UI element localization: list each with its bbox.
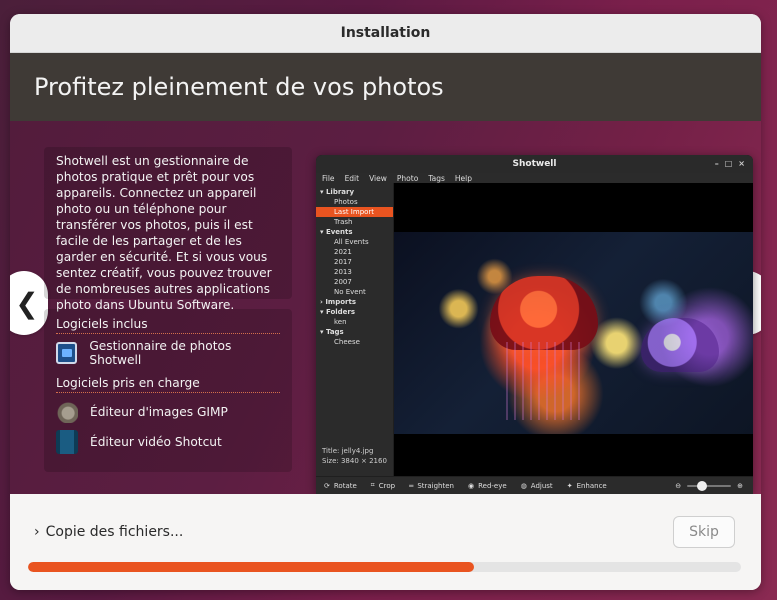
slide-content: ❮ ❯ Shotwell est un gestionnaire de phot… bbox=[10, 121, 761, 494]
menu-tags: Tags bbox=[428, 173, 445, 183]
description-card: Shotwell est un gestionnaire de photos p… bbox=[44, 147, 292, 312]
photo-title-row: Title: jelly4.jpg bbox=[322, 446, 387, 456]
photo-title-value: jelly4.jpg bbox=[341, 447, 374, 455]
straighten-icon: ═ bbox=[409, 481, 414, 490]
red-eye-tool: ◉ Red-eye bbox=[468, 482, 507, 490]
sidebar-item-no-event: No Event bbox=[334, 288, 366, 296]
install-status-text: Copie des fichiers... bbox=[45, 524, 184, 540]
adjust-label: Adjust bbox=[530, 481, 553, 490]
menu-help: Help bbox=[454, 173, 473, 183]
enhance-tool: ✦ Enhance bbox=[567, 482, 607, 490]
zoom-out-icon: ⊖ bbox=[675, 481, 682, 490]
install-status[interactable]: › Copie des fichiers... bbox=[34, 524, 183, 540]
zoom-slider: ⊖ ⊕ bbox=[675, 480, 743, 491]
gimp-icon bbox=[56, 401, 78, 423]
crop-icon: ⌗ bbox=[370, 481, 375, 489]
supported-software-title: Logiciels pris en charge bbox=[56, 374, 280, 393]
chevron-left-icon: ❮ bbox=[15, 286, 39, 320]
shotwell-body: ▾ Library Photos Last Import Trash ▾ Eve… bbox=[316, 183, 753, 476]
shotwell-toolbar: ⟳ Rotate ⌗ Crop ═ Straighten ◉ Red-eye ◍ bbox=[316, 476, 753, 494]
sidebar-group-events: ▾ Events bbox=[320, 228, 353, 236]
menu-view: View bbox=[369, 173, 387, 183]
shotwell-screenshot: Shotwell – □ × File Edit View Photo Tags… bbox=[316, 155, 753, 494]
sidebar-group-library: ▾ Library bbox=[320, 188, 355, 196]
menu-file: File bbox=[322, 173, 335, 183]
menu-edit: Edit bbox=[344, 173, 360, 183]
jellyfish-tentacles bbox=[506, 342, 586, 420]
shotcut-icon bbox=[56, 430, 78, 454]
window-title: Installation bbox=[340, 25, 431, 41]
shotwell-window-controls: – □ × bbox=[715, 159, 745, 168]
sidebar-item-all-events: All Events bbox=[334, 238, 369, 246]
supported-software-item: Éditeur vidéo Shotcut bbox=[56, 430, 280, 454]
adjust-tool: ◍ Adjust bbox=[521, 482, 553, 490]
sidebar-item-tag: Cheese bbox=[334, 338, 360, 346]
sidebar-group-tags: ▾ Tags bbox=[320, 328, 344, 336]
supported-software-item: Éditeur d'images GIMP bbox=[56, 401, 280, 423]
shotwell-sidebar: ▾ Library Photos Last Import Trash ▾ Eve… bbox=[316, 183, 394, 476]
included-software-title: Logiciels inclus bbox=[56, 315, 280, 334]
installer-footer: › Copie des fichiers... Skip bbox=[10, 494, 761, 590]
minimize-icon: – bbox=[714, 159, 719, 168]
skip-button-label: Skip bbox=[689, 524, 719, 540]
menu-photo: Photo bbox=[396, 173, 419, 183]
adjust-icon: ◍ bbox=[520, 481, 527, 490]
sidebar-item-year: 2013 bbox=[334, 268, 352, 276]
sidebar-item-year: 2021 bbox=[334, 248, 352, 256]
sidebar-item-last-import: Last Import bbox=[316, 207, 393, 217]
zoom-slider-track bbox=[687, 480, 732, 491]
photo-size-row: Size: 3840 × 2160 bbox=[322, 456, 387, 466]
slide-description: Shotwell est un gestionnaire de photos p… bbox=[56, 154, 272, 312]
sidebar-item-folder: ken bbox=[334, 318, 347, 326]
included-software-label: Gestionnaire de photos Shotwell bbox=[89, 339, 232, 367]
slide-header: Profitez pleinement de vos photos bbox=[10, 53, 761, 121]
skip-button[interactable]: Skip bbox=[673, 516, 735, 548]
install-progress-fill bbox=[28, 562, 474, 572]
close-icon: × bbox=[738, 159, 745, 168]
shotwell-icon bbox=[56, 342, 78, 364]
installation-window: Installation Profitez pleinement de vos … bbox=[10, 14, 761, 590]
sidebar-item-trash: Trash bbox=[334, 218, 353, 226]
install-progress-bar bbox=[28, 562, 741, 572]
shotwell-title: Shotwell bbox=[512, 159, 557, 169]
eye-icon: ◉ bbox=[467, 481, 475, 490]
jellyfish-shape bbox=[490, 276, 598, 350]
zoom-in-icon: ⊕ bbox=[737, 481, 743, 490]
red-eye-label: Red-eye bbox=[478, 481, 507, 490]
supported-software-label: Éditeur d'images GIMP bbox=[90, 405, 228, 419]
supported-software-label: Éditeur vidéo Shotcut bbox=[90, 435, 222, 449]
photo-size-label: Size: bbox=[322, 457, 339, 465]
rotate-icon: ⟳ bbox=[324, 481, 330, 490]
window-titlebar: Installation bbox=[10, 14, 761, 53]
crop-label: Crop bbox=[378, 481, 396, 490]
previous-slide-button[interactable]: ❮ bbox=[10, 271, 48, 335]
chevron-right-icon: › bbox=[34, 524, 40, 540]
photo-size-value: 3840 × 2160 bbox=[340, 457, 387, 465]
shotwell-menubar: File Edit View Photo Tags Help bbox=[316, 173, 753, 183]
sidebar-group-folders: ▾ Folders bbox=[320, 308, 356, 316]
sidebar-item-year: 2007 bbox=[334, 278, 352, 286]
slide-heading: Profitez pleinement de vos photos bbox=[34, 73, 444, 101]
rotate-label: Rotate bbox=[333, 481, 357, 490]
sidebar-item-photos: Photos bbox=[334, 198, 358, 206]
wand-icon: ✦ bbox=[566, 481, 573, 490]
enhance-label: Enhance bbox=[576, 481, 607, 490]
straighten-label: Straighten bbox=[417, 481, 454, 490]
software-card: Logiciels inclus Gestionnaire de photos … bbox=[44, 309, 292, 472]
maximize-icon: □ bbox=[724, 159, 733, 168]
sidebar-item-year: 2017 bbox=[334, 258, 352, 266]
jellyfish-photo bbox=[394, 232, 753, 434]
zoom-slider-knob bbox=[697, 480, 708, 491]
shotwell-titlebar: Shotwell – □ × bbox=[316, 155, 753, 173]
straighten-tool: ═ Straighten bbox=[409, 482, 454, 490]
photo-title-label: Title: bbox=[322, 447, 340, 455]
sidebar-group-imports: › Imports bbox=[320, 298, 357, 306]
shotwell-viewer bbox=[394, 183, 753, 476]
rotate-tool: ⟳ Rotate bbox=[324, 482, 357, 490]
jellyfish-shape-secondary bbox=[641, 318, 719, 372]
included-software-item: Gestionnaire de photos Shotwell bbox=[56, 339, 280, 367]
photo-metadata: Title: jelly4.jpg Size: 3840 × 2160 bbox=[322, 446, 387, 466]
crop-tool: ⌗ Crop bbox=[371, 481, 395, 490]
